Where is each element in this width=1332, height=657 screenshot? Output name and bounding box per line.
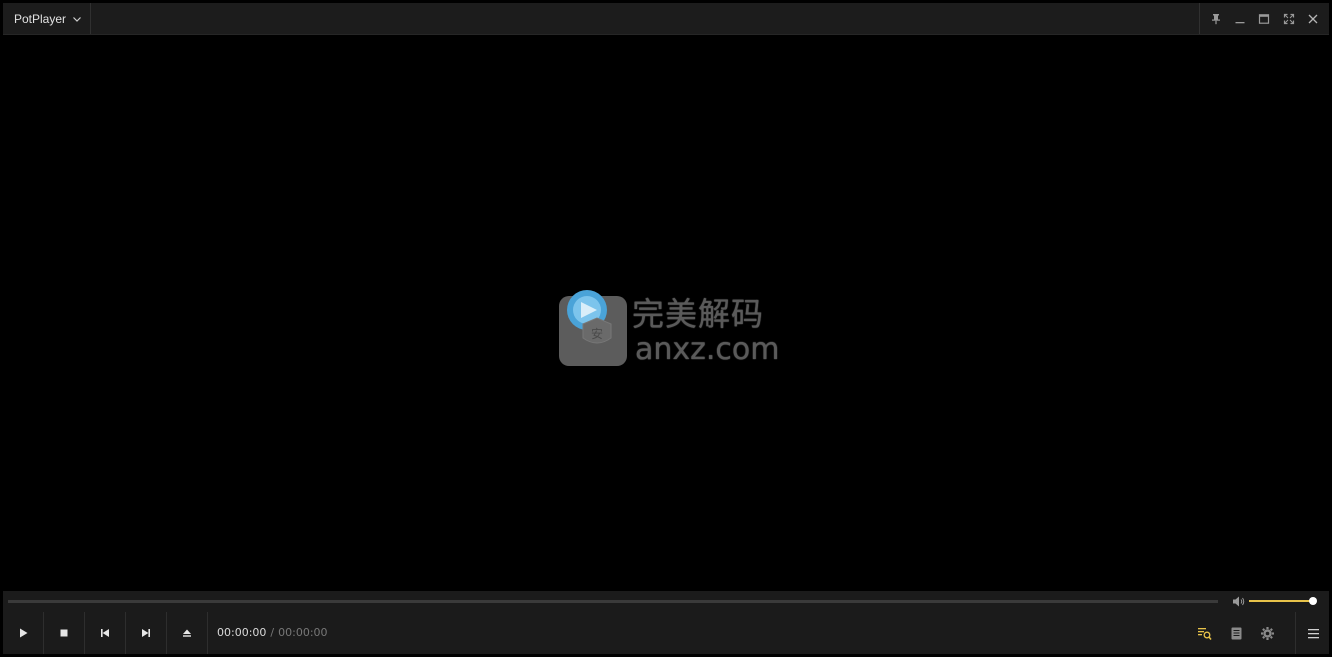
- video-area[interactable]: 安 完美解码 anxz.com: [3, 35, 1329, 591]
- minimize-button[interactable]: [1231, 10, 1249, 28]
- title-bar: PotPlayer: [3, 3, 1329, 35]
- fullscreen-icon: [1283, 13, 1294, 24]
- seek-bar[interactable]: [8, 600, 1218, 603]
- current-time: 00:00:00: [217, 626, 267, 639]
- close-button[interactable]: [1304, 10, 1322, 28]
- volume-level: [1249, 600, 1313, 602]
- window-controls: [1199, 3, 1329, 34]
- svg-text:安: 安: [591, 326, 603, 341]
- stop-icon: [60, 629, 68, 637]
- volume-knob[interactable]: [1309, 597, 1317, 605]
- app-name: PotPlayer: [14, 11, 67, 26]
- next-icon: [142, 629, 150, 637]
- chapter-list-button[interactable]: [1221, 612, 1251, 654]
- play-button[interactable]: [3, 612, 44, 654]
- time-display: 00:00:00/00:00:00: [217, 612, 328, 654]
- next-button[interactable]: [126, 612, 167, 654]
- main-menu-button[interactable]: [1295, 612, 1330, 654]
- eject-icon: [183, 629, 191, 637]
- chevron-down-icon: [73, 16, 81, 22]
- settings-button[interactable]: [1252, 612, 1282, 654]
- maximize-button[interactable]: [1255, 10, 1273, 28]
- duration: 00:00:00: [278, 626, 328, 639]
- gear-icon: [1260, 626, 1274, 640]
- play-icon: [20, 628, 28, 638]
- volume-slider[interactable]: [1249, 597, 1317, 605]
- watermark-logo-icon: 安: [559, 290, 627, 366]
- pin-icon: [1212, 13, 1221, 24]
- seek-row: [3, 591, 1329, 612]
- control-bar: 00:00:00/00:00:00: [3, 612, 1329, 654]
- fullscreen-button[interactable]: [1280, 10, 1298, 28]
- app-menu-button[interactable]: PotPlayer: [3, 3, 91, 34]
- playlist-search-button[interactable]: [1189, 612, 1219, 654]
- previous-icon: [101, 629, 109, 637]
- pin-button[interactable]: [1207, 10, 1225, 28]
- watermark-title: 完美解码: [632, 295, 765, 333]
- hamburger-menu-icon: [1307, 628, 1319, 638]
- previous-button[interactable]: [85, 612, 126, 654]
- minimize-icon: [1235, 21, 1245, 23]
- volume-icon[interactable]: [1232, 595, 1245, 608]
- stop-button[interactable]: [44, 612, 85, 654]
- watermark-domain: anxz.com: [635, 332, 780, 367]
- chapter-list-icon: [1231, 627, 1241, 639]
- maximize-icon: [1259, 13, 1270, 24]
- close-icon: [1308, 14, 1318, 23]
- eject-button[interactable]: [167, 612, 208, 654]
- time-separator: /: [270, 626, 275, 639]
- playlist-search-icon: [1197, 627, 1212, 640]
- watermark: 安 完美解码 anxz.com: [557, 286, 780, 368]
